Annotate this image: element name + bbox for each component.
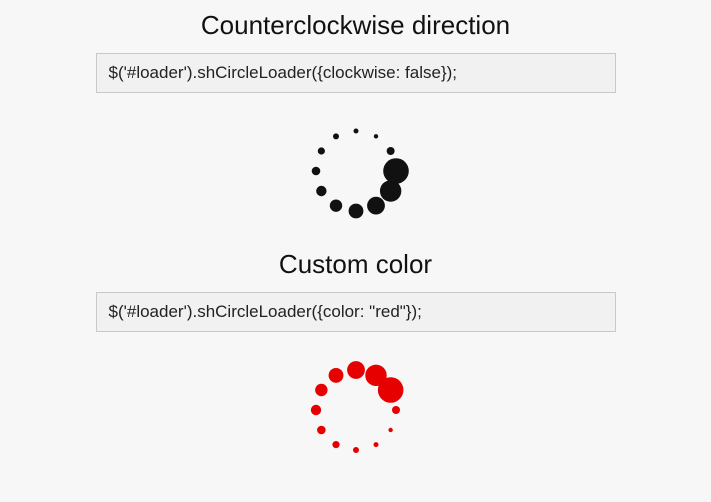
spinner-icon: [296, 350, 416, 470]
code-counterclockwise: $('#loader').shCircleLoader({clockwise: …: [96, 53, 616, 93]
spinner-dot: [377, 377, 403, 403]
spinner-dot: [332, 441, 339, 448]
spinner-dot: [317, 426, 326, 435]
spinner-dot: [328, 368, 343, 383]
spinner-dot: [386, 147, 394, 155]
code-custom-color: $('#loader').shCircleLoader({color: "red…: [96, 292, 616, 332]
spinner-dot: [353, 447, 359, 453]
heading-counterclockwise: Counterclockwise direction: [96, 10, 616, 41]
spinner-dot: [347, 361, 365, 379]
page: Counterclockwise direction $('#loader').…: [0, 0, 711, 502]
spinner-dot: [373, 442, 378, 447]
spinner-dot: [367, 197, 385, 215]
spinner-dot: [392, 406, 400, 414]
spinner-dot: [383, 158, 409, 184]
spinner-dot: [316, 186, 326, 196]
section-custom-color: Custom color $('#loader').shCircleLoader…: [96, 249, 616, 470]
spinner-dot: [353, 129, 358, 134]
spinner-counterclockwise: [96, 111, 616, 231]
spinner-custom-color: [96, 350, 616, 470]
spinner-dot: [333, 133, 339, 139]
spinner-icon: [296, 111, 416, 231]
spinner-dot: [310, 405, 320, 415]
spinner-dot: [315, 384, 327, 396]
spinner-dot: [329, 199, 341, 211]
spinner-dot: [317, 147, 324, 154]
spinner-dot: [348, 204, 363, 219]
spinner-dot: [311, 167, 320, 176]
heading-custom-color: Custom color: [96, 249, 616, 280]
section-counterclockwise: Counterclockwise direction $('#loader').…: [96, 10, 616, 231]
spinner-dot: [388, 428, 392, 432]
spinner-dot: [373, 134, 377, 138]
